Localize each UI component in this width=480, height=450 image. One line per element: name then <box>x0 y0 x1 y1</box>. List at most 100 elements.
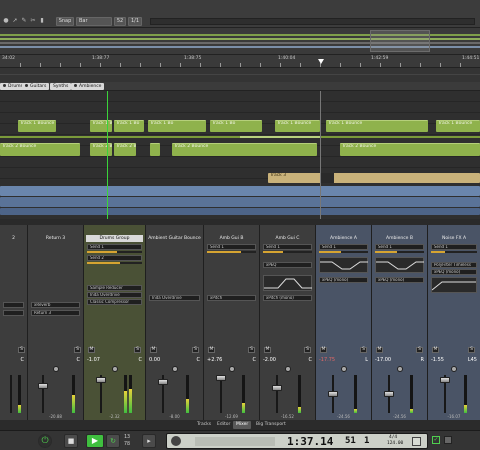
pan-knob[interactable] <box>111 366 118 372</box>
channel-name[interactable]: Ambient Guitar Bounce <box>148 235 201 242</box>
record-mode-icon[interactable]: ● <box>3 18 9 24</box>
bar-count-field[interactable]: 52 <box>114 17 126 26</box>
volume-value[interactable]: -17.75 <box>319 357 335 363</box>
pan-knob[interactable] <box>396 366 403 372</box>
volume-fader[interactable] <box>96 377 106 383</box>
count-in-icon[interactable] <box>444 436 452 444</box>
channel-name[interactable]: Noise FX A <box>430 235 478 242</box>
mute-button[interactable]: M <box>320 347 327 353</box>
audio-clip[interactable]: Track 1 Bo <box>114 120 144 132</box>
volume-fader[interactable] <box>272 385 282 391</box>
channel-name[interactable]: Drums Group <box>86 235 143 242</box>
audio-clip[interactable]: Track 2 Bounce <box>172 143 317 156</box>
solo-button[interactable]: S <box>416 347 423 353</box>
insert-slot[interactable]: Classic Compressor <box>87 299 142 305</box>
volume-value[interactable]: -1.07 <box>87 357 100 363</box>
volume-fader[interactable] <box>38 383 48 389</box>
overview-visible-range[interactable] <box>370 30 430 52</box>
position-scrub-bar[interactable] <box>195 437 275 446</box>
solo-button[interactable]: S <box>192 347 199 353</box>
mute-button[interactable]: M <box>432 347 439 353</box>
insert-slot[interactable]: xReverb <box>31 302 80 308</box>
pan-knob[interactable] <box>451 366 457 372</box>
snap-button[interactable]: Snap <box>56 17 74 26</box>
audio-clip[interactable]: Track 2 Bounce <box>0 143 80 156</box>
click-toggle-icon[interactable]: ✓ <box>432 436 440 444</box>
volume-value[interactable]: -17.00 <box>375 357 391 363</box>
timeline-ruler[interactable]: 34:02 1:38:77 1:38:75 1:40:04 1:42:59 1:… <box>0 54 480 68</box>
volume-value[interactable]: +2.76 <box>207 357 222 363</box>
mute-button[interactable]: M <box>88 347 95 353</box>
volume-fader[interactable] <box>440 377 450 383</box>
solo-button[interactable]: S <box>74 347 81 353</box>
solo-button[interactable]: S <box>18 347 25 353</box>
pan-knob[interactable] <box>340 366 347 372</box>
audio-clip[interactable] <box>0 208 480 215</box>
pan-knob[interactable] <box>171 366 178 372</box>
solo-button[interactable]: S <box>360 347 367 353</box>
send-slot[interactable]: Send 1 <box>319 244 368 250</box>
insert-slot[interactable]: xPEQ (mono) <box>431 269 477 275</box>
tab-big-transport[interactable]: Big Transport <box>253 421 289 429</box>
mute-tool-icon[interactable]: ▮ <box>39 18 45 24</box>
pan-knob[interactable] <box>52 366 59 372</box>
metronome-icon[interactable] <box>412 437 421 446</box>
send-slot[interactable]: Send 1 <box>375 244 424 250</box>
audio-clip[interactable] <box>0 186 480 196</box>
audio-clip[interactable]: Track 1 Bounce <box>436 120 480 132</box>
insert-slot[interactable]: Inda Overdrive <box>87 292 142 298</box>
eq-display[interactable] <box>431 277 477 293</box>
volume-fader[interactable] <box>158 379 168 385</box>
audio-clip[interactable]: Track 1 Bounce <box>18 120 56 132</box>
filter-tag-synths[interactable]: Synths <box>50 83 72 90</box>
audio-clip[interactable] <box>0 197 480 207</box>
marker-lane[interactable] <box>0 68 480 82</box>
tempo-nudge-icon[interactable]: ▸ <box>142 434 156 448</box>
tab-mixer[interactable]: Mixer <box>233 421 252 429</box>
arrow-tool-icon[interactable]: ➚ <box>12 18 18 24</box>
volume-fader[interactable] <box>384 391 394 397</box>
eq-display[interactable] <box>319 257 368 273</box>
track-lane[interactable] <box>0 91 480 102</box>
pan-knob[interactable] <box>284 366 291 372</box>
audio-clip[interactable]: Track 1 Bo <box>148 120 206 132</box>
insert-slot[interactable]: xPEQ <box>263 262 312 268</box>
record-arm-icon[interactable] <box>171 436 181 446</box>
mute-button[interactable]: M <box>208 347 215 353</box>
insert-slot[interactable]: PolyFilter Timeless <box>431 262 477 268</box>
channel-name[interactable]: Amb Gui B <box>206 235 257 242</box>
volume-value[interactable]: -1.55 <box>431 357 444 363</box>
playhead-marker-icon[interactable] <box>318 59 324 64</box>
transport-display[interactable]: 1:37.14 51 1 4/4 124.00 <box>166 433 428 449</box>
fader-track[interactable] <box>42 375 44 413</box>
stop-button[interactable]: ■ <box>64 434 78 448</box>
solo-button[interactable]: S <box>134 347 141 353</box>
audio-clip[interactable]: Track 1 Bo <box>210 120 262 132</box>
audio-clip[interactable]: Track 2 Bounce <box>340 143 480 156</box>
volume-value[interactable]: -2.00 <box>263 357 276 363</box>
insert-slot[interactable]: xPEQ (mono) <box>375 277 424 283</box>
audio-clip[interactable] <box>150 143 160 156</box>
audio-clip[interactable]: Track 1 Bounce <box>275 120 320 132</box>
power-icon[interactable]: ⏻ <box>38 434 52 448</box>
pan-knob[interactable] <box>228 366 235 372</box>
send-slot[interactable]: Send 1 <box>87 244 142 250</box>
snap-unit-select[interactable]: Bar <box>76 17 112 26</box>
loop-icon[interactable]: ↻ <box>106 434 120 448</box>
tab-tracks[interactable]: Tracks <box>194 421 214 429</box>
volume-fader[interactable] <box>328 391 338 397</box>
channel-name[interactable]: Amb Gui C <box>262 235 313 242</box>
channel-name[interactable]: 2 <box>2 235 25 242</box>
insert-slot[interactable]: xPitch <box>207 295 256 301</box>
mute-button[interactable]: M <box>376 347 383 353</box>
insert-slot[interactable]: xPEQ (mono) <box>319 277 368 283</box>
audio-clip[interactable]: Track 1 Bo <box>90 120 112 132</box>
send-slot[interactable]: Send 1 <box>431 244 477 250</box>
send-slot[interactable]: Send 2 <box>87 255 142 261</box>
solo-button[interactable]: S <box>304 347 311 353</box>
scissors-tool-icon[interactable]: ✂ <box>30 18 36 24</box>
filter-tag-guitars[interactable]: Guitars <box>22 83 50 90</box>
insert-slot[interactable]: Return 3 <box>31 310 80 316</box>
fader-track[interactable] <box>276 375 278 413</box>
audio-clip[interactable]: Track 2 Bo <box>114 143 136 156</box>
